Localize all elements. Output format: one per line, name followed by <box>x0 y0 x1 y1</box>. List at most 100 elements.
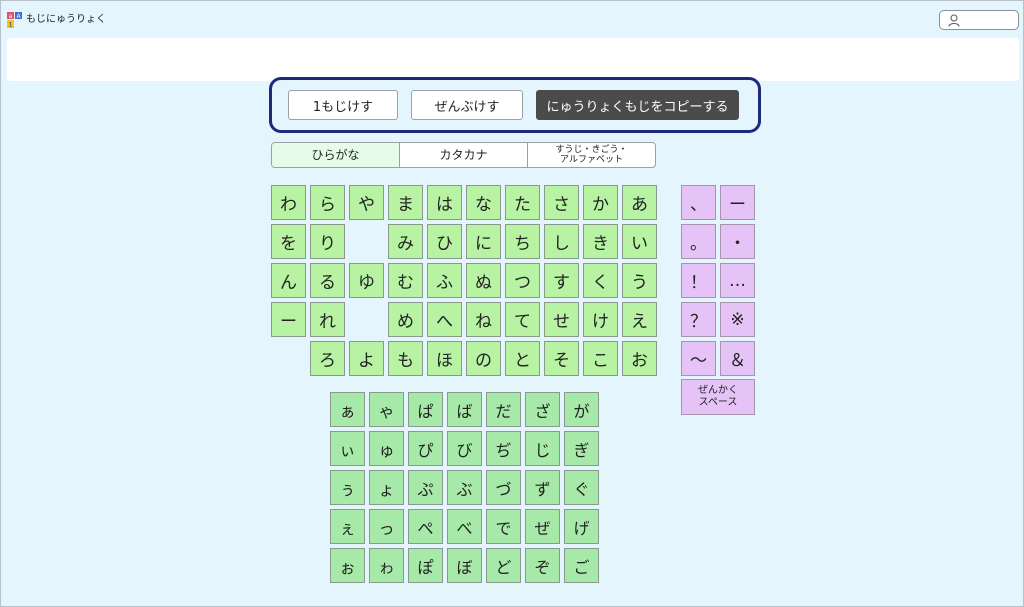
kana-key[interactable]: せ <box>544 302 579 337</box>
dakuon-kana-key[interactable]: ぅ <box>330 470 365 505</box>
kana-key[interactable]: め <box>388 302 423 337</box>
kana-key[interactable]: ね <box>466 302 501 337</box>
dakuon-kana-key[interactable]: ぐ <box>564 470 599 505</box>
kana-key[interactable]: ら <box>310 185 345 220</box>
kana-key[interactable]: つ <box>505 263 540 298</box>
dakuon-kana-key[interactable]: ぽ <box>408 548 443 583</box>
dakuon-kana-key[interactable]: で <box>486 509 521 544</box>
dakuon-kana-key[interactable]: ず <box>525 470 560 505</box>
kana-key[interactable]: ろ <box>310 341 345 376</box>
dakuon-kana-key[interactable]: ど <box>486 548 521 583</box>
kana-key[interactable]: そ <box>544 341 579 376</box>
symbol-key[interactable]: 、 <box>681 185 716 220</box>
dakuon-kana-key[interactable]: ぎ <box>564 431 599 466</box>
kana-key[interactable]: く <box>583 263 618 298</box>
kana-key[interactable]: な <box>466 185 501 220</box>
kana-key[interactable]: さ <box>544 185 579 220</box>
dakuon-kana-key[interactable]: ぢ <box>486 431 521 466</box>
dakuon-kana-key[interactable]: ぶ <box>447 470 482 505</box>
kana-key[interactable]: を <box>271 224 306 259</box>
dakuon-kana-key[interactable]: ご <box>564 548 599 583</box>
kana-key[interactable]: み <box>388 224 423 259</box>
kana-key[interactable]: し <box>544 224 579 259</box>
kana-key[interactable]: は <box>427 185 462 220</box>
dakuon-kana-key[interactable]: っ <box>369 509 404 544</box>
delete-one-button[interactable]: 1もじけす <box>288 90 398 120</box>
dakuon-kana-key[interactable]: ぴ <box>408 431 443 466</box>
dakuon-kana-key[interactable]: ぜ <box>525 509 560 544</box>
dakuon-kana-key[interactable]: ぼ <box>447 548 482 583</box>
kana-key[interactable]: む <box>388 263 423 298</box>
dakuon-kana-key[interactable]: だ <box>486 392 521 427</box>
dakuon-kana-key[interactable]: ゅ <box>369 431 404 466</box>
tab-numbers-symbols-alphabet[interactable]: すうじ・きごう・ アルファベット <box>528 143 655 167</box>
symbol-key[interactable]: ・ <box>720 224 755 259</box>
dakuon-kana-key[interactable]: が <box>564 392 599 427</box>
kana-key[interactable]: あ <box>622 185 657 220</box>
kana-key[interactable]: え <box>622 302 657 337</box>
symbol-key[interactable]: ？ <box>681 302 716 337</box>
dakuon-kana-key[interactable]: ぇ <box>330 509 365 544</box>
kana-key[interactable]: い <box>622 224 657 259</box>
kana-key[interactable]: て <box>505 302 540 337</box>
kana-key[interactable]: た <box>505 185 540 220</box>
kana-key[interactable]: や <box>349 185 384 220</box>
dakuon-kana-key[interactable]: じ <box>525 431 560 466</box>
kana-key[interactable]: ち <box>505 224 540 259</box>
dakuon-kana-key[interactable]: ぁ <box>330 392 365 427</box>
kana-key[interactable]: き <box>583 224 618 259</box>
fullwidth-space-key[interactable]: ぜんかく スペース <box>681 379 755 415</box>
copy-input-button[interactable]: にゅうりょくもじをコピーする <box>536 90 739 120</box>
dakuon-kana-key[interactable]: ぷ <box>408 470 443 505</box>
dakuon-kana-key[interactable]: ゎ <box>369 548 404 583</box>
dakuon-kana-key[interactable]: ょ <box>369 470 404 505</box>
kana-key[interactable]: の <box>466 341 501 376</box>
dakuon-kana-key[interactable]: ぱ <box>408 392 443 427</box>
kana-key[interactable]: ま <box>388 185 423 220</box>
symbol-key[interactable]: 。 <box>681 224 716 259</box>
dakuon-kana-key[interactable]: ば <box>447 392 482 427</box>
dakuon-kana-key[interactable]: げ <box>564 509 599 544</box>
kana-key[interactable]: ひ <box>427 224 462 259</box>
kana-key[interactable]: も <box>388 341 423 376</box>
dakuon-kana-key[interactable]: び <box>447 431 482 466</box>
dakuon-kana-key[interactable]: づ <box>486 470 521 505</box>
delete-all-button[interactable]: ぜんぶけす <box>411 90 523 120</box>
symbol-key[interactable]: ！ <box>681 263 716 298</box>
kana-key[interactable]: け <box>583 302 618 337</box>
dakuon-kana-key[interactable]: ゃ <box>369 392 404 427</box>
kana-key[interactable]: へ <box>427 302 462 337</box>
kana-key[interactable]: す <box>544 263 579 298</box>
symbol-key[interactable]: ー <box>720 185 755 220</box>
symbol-key[interactable]: ＆ <box>720 341 755 376</box>
symbol-key[interactable]: … <box>720 263 755 298</box>
kana-key[interactable]: か <box>583 185 618 220</box>
symbol-key[interactable]: 〜 <box>681 341 716 376</box>
kana-key[interactable]: に <box>466 224 501 259</box>
kana-key[interactable]: れ <box>310 302 345 337</box>
symbol-key[interactable]: ※ <box>720 302 755 337</box>
kana-key[interactable]: る <box>310 263 345 298</box>
dakuon-kana-key[interactable]: ぞ <box>525 548 560 583</box>
kana-key[interactable]: ー <box>271 302 306 337</box>
kana-key[interactable]: ほ <box>427 341 462 376</box>
kana-key[interactable]: ぬ <box>466 263 501 298</box>
tab-katakana[interactable]: カタカナ <box>400 143 528 167</box>
dakuon-kana-key[interactable]: ぺ <box>408 509 443 544</box>
dakuon-kana-key[interactable]: ぃ <box>330 431 365 466</box>
dakuon-kana-key[interactable]: べ <box>447 509 482 544</box>
dakuon-kana-key[interactable]: ざ <box>525 392 560 427</box>
kana-key[interactable]: ゆ <box>349 263 384 298</box>
tab-hiragana[interactable]: ひらがな <box>272 143 400 167</box>
kana-key[interactable]: お <box>622 341 657 376</box>
kana-key[interactable]: こ <box>583 341 618 376</box>
kana-key[interactable]: り <box>310 224 345 259</box>
kana-key[interactable]: わ <box>271 185 306 220</box>
dakuon-kana-key[interactable]: ぉ <box>330 548 365 583</box>
kana-key[interactable]: ふ <box>427 263 462 298</box>
kana-key[interactable]: よ <box>349 341 384 376</box>
input-text-display[interactable] <box>7 38 1019 81</box>
kana-key[interactable]: ん <box>271 263 306 298</box>
kana-key[interactable]: う <box>622 263 657 298</box>
kana-key[interactable]: と <box>505 341 540 376</box>
